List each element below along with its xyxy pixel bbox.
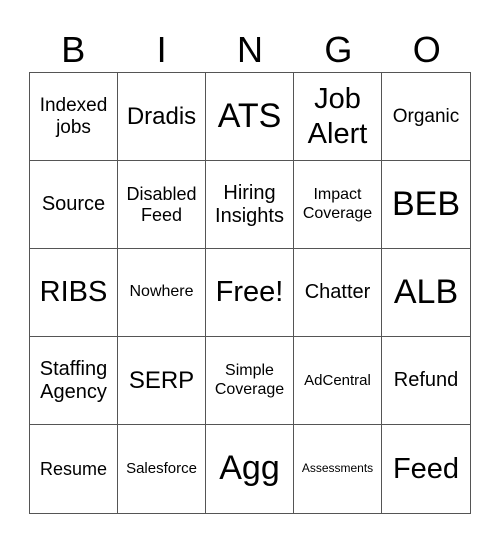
bingo-cell[interactable]: SERP bbox=[118, 337, 206, 425]
bingo-cell[interactable]: ATS bbox=[206, 73, 294, 161]
free-space-cell[interactable]: Free! bbox=[206, 249, 294, 337]
bingo-cell[interactable]: Source bbox=[30, 161, 118, 249]
bingo-cell[interactable]: AdCentral bbox=[294, 337, 382, 425]
header-letter-g: G bbox=[324, 29, 353, 70]
bingo-cell[interactable]: Disabled Feed bbox=[118, 161, 206, 249]
bingo-cell[interactable]: Impact Coverage bbox=[294, 161, 382, 249]
bingo-cell[interactable]: Staffing Agency bbox=[30, 337, 118, 425]
bingo-grid: Indexed jobs Dradis ATS Job Alert Organi… bbox=[29, 72, 471, 514]
bingo-cell[interactable]: Dradis bbox=[118, 73, 206, 161]
bingo-cell[interactable]: Agg bbox=[206, 425, 294, 513]
bingo-cell[interactable]: Resume bbox=[30, 425, 118, 513]
bingo-cell[interactable]: RIBS bbox=[30, 249, 118, 337]
bingo-cell[interactable]: Hiring Insights bbox=[206, 161, 294, 249]
header-letter-i: I bbox=[156, 29, 167, 70]
bingo-cell[interactable]: Refund bbox=[382, 337, 470, 425]
bingo-cell[interactable]: Assessments bbox=[294, 425, 382, 513]
header-letter-n: N bbox=[236, 29, 263, 70]
bingo-cell[interactable]: Indexed jobs bbox=[30, 73, 118, 161]
bingo-cell[interactable]: ALB bbox=[382, 249, 470, 337]
header-letter-b: B bbox=[61, 29, 86, 70]
bingo-cell[interactable]: BEB bbox=[382, 161, 470, 249]
header-letter-o: O bbox=[412, 29, 441, 70]
bingo-header: B I N G O bbox=[29, 28, 471, 72]
bingo-cell[interactable]: Feed bbox=[382, 425, 470, 513]
bingo-cell[interactable]: Chatter bbox=[294, 249, 382, 337]
bingo-cell[interactable]: Salesforce bbox=[118, 425, 206, 513]
bingo-cell[interactable]: Organic bbox=[382, 73, 470, 161]
bingo-cell[interactable]: Job Alert bbox=[294, 73, 382, 161]
bingo-cell[interactable]: Simple Coverage bbox=[206, 337, 294, 425]
bingo-cell[interactable]: Nowhere bbox=[118, 249, 206, 337]
